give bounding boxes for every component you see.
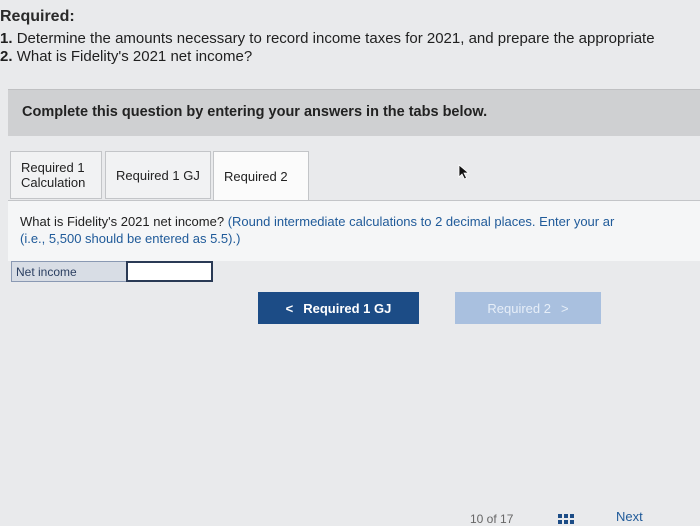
next-page-link[interactable]: Next [616,509,643,524]
next-required-2-button[interactable]: Required 2 > [455,292,601,324]
chevron-left-icon: < [285,300,294,316]
next-button-label: Required 2 [487,300,551,316]
instructions-banner: Complete this question by entering your … [8,89,700,136]
net-income-input[interactable] [126,261,213,282]
net-income-label: Net income [11,261,127,282]
tab-required-1-gj-label: Required 1 GJ [116,167,200,183]
question-main: What is Fidelity's 2021 net income? [20,214,225,229]
chevron-right-icon: > [561,300,569,316]
tab-required-1-gj[interactable]: Required 1 GJ [105,151,211,199]
requirement-2-number: 2. [0,48,13,65]
tab-label-line-1: Required 1 [21,160,85,175]
question-panel: What is Fidelity's 2021 net income? (Rou… [8,200,700,261]
tab-label-line-2: Calculation [21,175,86,190]
requirement-1-number: 1. [0,30,13,47]
grid-icon[interactable] [558,514,574,524]
requirement-1-text: Determine the amounts necessary to recor… [16,30,655,47]
tab-required-1-calculation-label: Required 1 Calculation [21,160,85,190]
tab-required-2-label: Required 2 [224,169,288,184]
tab-required-1-calculation[interactable]: Required 1 Calculation [10,151,102,199]
cursor-arrow-icon [458,164,470,180]
instructions-text: Complete this question by entering your … [22,104,488,120]
question-hint-line-2: (i.e., 5,500 should be entered as 5.5).) [20,231,241,246]
previous-button-label: Required 1 GJ [303,300,392,316]
requirement-2-text: What is Fidelity's 2021 net income? [16,48,253,65]
tab-required-2[interactable]: Required 2 [213,151,309,201]
required-title: Required: [0,8,75,25]
requirement-2: 2. What is Fidelity's 2021 net income? [0,48,252,65]
question-hint: (Round intermediate calculations to 2 de… [227,214,615,229]
question-text: What is Fidelity's 2021 net income? (Rou… [20,213,700,247]
page-counter: 10 of 17 [470,512,514,526]
requirement-1: 1. Determine the amounts necessary to re… [0,30,655,47]
previous-required-1-gj-button[interactable]: < Required 1 GJ [258,292,419,324]
